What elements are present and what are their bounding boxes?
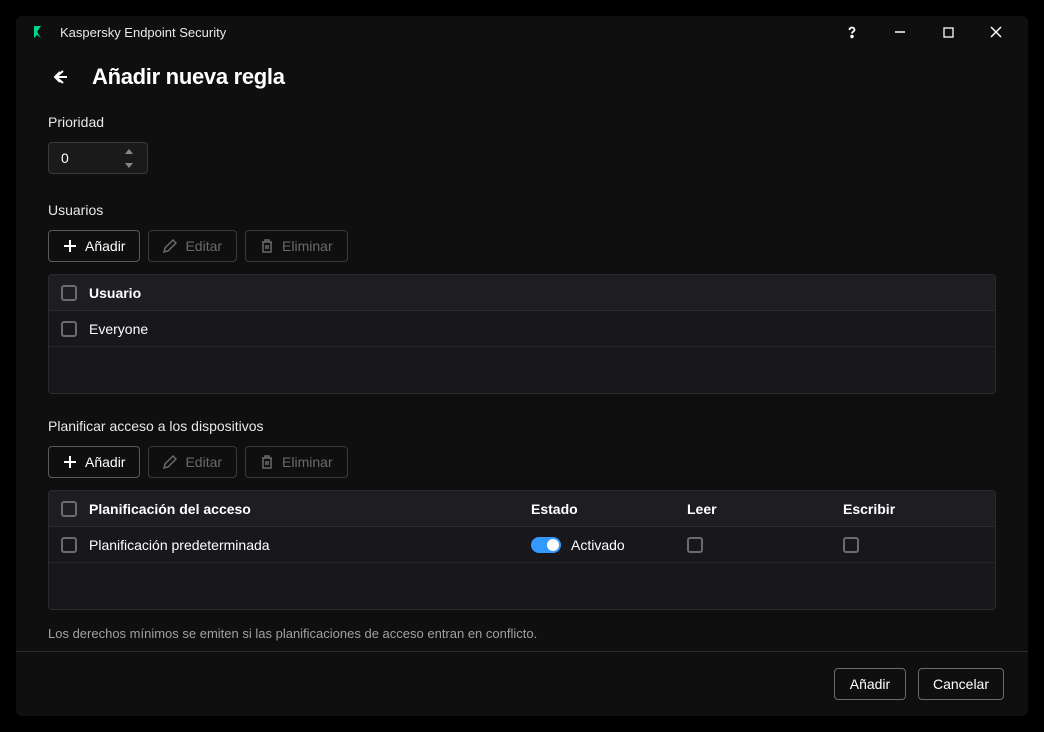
spinner-arrows (119, 144, 139, 172)
page-title: Añadir nueva regla (92, 64, 285, 90)
close-button[interactable] (972, 16, 1020, 48)
schedule-label: Planificar acceso a los dispositivos (48, 418, 996, 434)
priority-input[interactable] (49, 150, 119, 166)
footer-cancel-button[interactable]: Cancelar (918, 668, 1004, 700)
schedule-delete-button[interactable]: Eliminar (245, 446, 348, 478)
schedule-row-state: Activado (531, 537, 687, 553)
content-area: Añadir nueva regla Prioridad Usuarios Añ… (16, 48, 1028, 651)
users-delete-button[interactable]: Eliminar (245, 230, 348, 262)
schedule-row-write (843, 537, 983, 553)
schedule-delete-label: Eliminar (282, 454, 333, 470)
maximize-button[interactable] (924, 16, 972, 48)
app-title: Kaspersky Endpoint Security (60, 25, 816, 40)
write-column-header: Escribir (843, 501, 983, 517)
spinner-down-icon[interactable] (119, 158, 139, 172)
spinner-up-icon[interactable] (119, 144, 139, 158)
users-table-row[interactable]: Everyone (49, 311, 995, 347)
titlebar: Kaspersky Endpoint Security (16, 16, 1028, 48)
hint-text: Los derechos mínimos se emiten si las pl… (48, 626, 996, 641)
schedule-toolbar: Añadir Editar Eliminar (48, 446, 996, 478)
user-row-checkbox[interactable] (61, 321, 77, 337)
schedule-table-empty (49, 563, 995, 609)
users-toolbar: Añadir Editar Eliminar (48, 230, 996, 262)
schedule-row-read (687, 537, 843, 553)
users-table: Usuario Everyone (48, 274, 996, 394)
footer-add-button[interactable]: Añadir (834, 668, 906, 700)
schedule-edit-label: Editar (185, 454, 222, 470)
minimize-button[interactable] (876, 16, 924, 48)
user-row-name: Everyone (89, 321, 983, 337)
back-button[interactable] (48, 65, 72, 89)
schedule-table-row[interactable]: Planificación predeterminada Activado (49, 527, 995, 563)
users-label: Usuarios (48, 202, 996, 218)
users-add-button[interactable]: Añadir (48, 230, 140, 262)
schedule-edit-button[interactable]: Editar (148, 446, 237, 478)
schedule-row-checkbox[interactable] (61, 537, 77, 553)
schedule-read-checkbox[interactable] (687, 537, 703, 553)
priority-spinner[interactable] (48, 142, 148, 174)
schedule-add-button[interactable]: Añadir (48, 446, 140, 478)
schedule-table-header: Planificación del acceso Estado Leer Esc… (49, 491, 995, 527)
schedule-select-all-checkbox[interactable] (61, 501, 77, 517)
schedule-write-checkbox[interactable] (843, 537, 859, 553)
users-select-all-checkbox[interactable] (61, 285, 77, 301)
schedule-add-label: Añadir (85, 454, 125, 470)
users-edit-button[interactable]: Editar (148, 230, 237, 262)
read-column-header: Leer (687, 501, 843, 517)
users-add-label: Añadir (85, 238, 125, 254)
users-table-empty (49, 347, 995, 393)
titlebar-buttons (828, 16, 1020, 48)
users-column-header: Usuario (89, 285, 983, 301)
schedule-table: Planificación del acceso Estado Leer Esc… (48, 490, 996, 610)
main-window: Kaspersky Endpoint Security Añadir nueva… (16, 16, 1028, 716)
footer-add-label: Añadir (850, 676, 890, 692)
page-header: Añadir nueva regla (48, 64, 996, 90)
users-edit-label: Editar (185, 238, 222, 254)
schedule-row-name: Planificación predeterminada (89, 537, 531, 553)
users-delete-label: Eliminar (282, 238, 333, 254)
schedule-state-label: Activado (571, 537, 625, 553)
state-column-header: Estado (531, 501, 687, 517)
footer-cancel-label: Cancelar (933, 676, 989, 692)
help-button[interactable] (828, 16, 876, 48)
footer: Añadir Cancelar (16, 651, 1028, 716)
app-logo (32, 24, 48, 40)
schedule-column-header: Planificación del acceso (89, 501, 531, 517)
schedule-state-toggle[interactable] (531, 537, 561, 553)
users-table-header: Usuario (49, 275, 995, 311)
priority-label: Prioridad (48, 114, 996, 130)
